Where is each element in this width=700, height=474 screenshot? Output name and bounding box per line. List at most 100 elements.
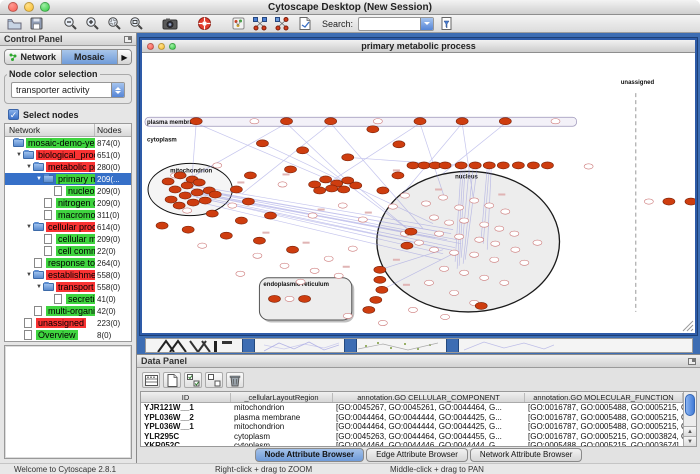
tree-row[interactable]: unassigned223(0) xyxy=(5,317,131,329)
expander-icon[interactable]: ▼ xyxy=(25,164,33,170)
zoom-fit-icon[interactable] xyxy=(126,15,146,32)
tree-row[interactable]: cell communicat22(0) xyxy=(5,245,131,257)
resize-grip-icon[interactable] xyxy=(683,321,693,331)
attribute-table: ID_cellularLayoutRegionannotation.GO CEL… xyxy=(140,391,697,447)
tree-row[interactable]: multi-organism pro42(0) xyxy=(5,305,131,317)
zoom-selected-region-icon[interactable] xyxy=(104,15,124,32)
table-cell: [GO:0045267, GO:0045261, GO:0044464, G..… xyxy=(333,403,525,412)
background-scrollbar[interactable] xyxy=(344,338,357,353)
tab-mosaic[interactable]: Mosaic xyxy=(62,50,119,64)
data-panel-title: Data Panel xyxy=(141,356,187,366)
folder-icon xyxy=(43,283,54,291)
scroll-down-icon[interactable]: ▼ xyxy=(684,436,696,446)
layout-network-1-icon[interactable] xyxy=(250,15,270,32)
tree-row[interactable]: nucleobase-209(0) xyxy=(5,185,131,197)
select-nodes-checkbox[interactable] xyxy=(8,109,19,120)
float-data-panel-icon[interactable] xyxy=(688,358,696,365)
node-color-dropdown[interactable]: transporter activity xyxy=(11,82,125,98)
scrollbar-thumb[interactable] xyxy=(685,394,695,416)
table-cell: plasma membrane xyxy=(231,413,333,422)
background-network-lines-2 xyxy=(464,339,554,352)
tree-row[interactable]: cellular metabol209(0) xyxy=(5,233,131,245)
vizmapper-icon[interactable] xyxy=(228,15,248,32)
window-titlebar[interactable]: Cytoscape Desktop (New Session) xyxy=(0,0,700,15)
network-view-window[interactable]: primary metabolic process unassigned pla… xyxy=(140,38,697,335)
tree-row[interactable]: Overview8(0) xyxy=(5,329,131,341)
background-scrollbar[interactable] xyxy=(242,338,255,353)
expander-icon[interactable]: ▼ xyxy=(35,284,43,290)
background-windows-strip[interactable] xyxy=(145,338,693,353)
tab-network[interactable]: Network xyxy=(5,50,62,64)
tree-row[interactable]: ▼primary metabo209(... xyxy=(5,173,131,185)
scroll-up-icon[interactable]: ▲ xyxy=(684,426,696,436)
tree-row[interactable]: ▼cellular process614(0) xyxy=(5,221,131,233)
delete-attribute-icon[interactable] xyxy=(226,372,244,388)
tab-overflow-button[interactable]: ▶ xyxy=(118,50,131,64)
tab-node-attribute-browser[interactable]: Node Attribute Browser xyxy=(255,448,365,462)
table-row[interactable]: YPL036W__1mitochondrion[GO:0044464, GO:0… xyxy=(141,422,683,432)
new-attribute-icon[interactable] xyxy=(163,372,181,388)
table-column-header[interactable]: _cellularLayoutRegion xyxy=(231,393,333,402)
tree-row[interactable]: macromolecule311(0) xyxy=(5,209,131,221)
select-all-attributes-icon[interactable] xyxy=(184,372,202,388)
table-cell: cytoplasm xyxy=(231,441,333,447)
expander-icon[interactable]: ▼ xyxy=(35,176,43,182)
tree-row[interactable]: ▼transport558(0) xyxy=(5,281,131,293)
network-desktop: primary metabolic process unassigned pla… xyxy=(137,33,700,463)
window-title: Cytoscape Desktop (New Session) xyxy=(0,2,700,13)
background-scrollbar[interactable] xyxy=(446,338,459,353)
table-column-header[interactable]: annotation.GO CELLULAR_COMPONENT xyxy=(333,393,525,402)
search-dropdown-icon[interactable] xyxy=(420,18,433,30)
layout-network-2-icon[interactable] xyxy=(272,15,292,32)
tree-row[interactable]: secretion41(0) xyxy=(5,293,131,305)
table-row[interactable]: YLR295Ccytoplasm[GO:0045263, GO:0044464,… xyxy=(141,432,683,442)
network-view-titlebar[interactable]: primary metabolic process xyxy=(142,40,695,53)
annotation-icon[interactable] xyxy=(294,15,314,32)
zoom-in-icon[interactable] xyxy=(82,15,102,32)
snapshot-icon[interactable] xyxy=(160,15,180,32)
network-tree-header: Network Nodes xyxy=(5,124,131,137)
table-column-header[interactable]: ID xyxy=(141,393,231,402)
expander-icon[interactable]: ▼ xyxy=(25,272,33,278)
unselect-all-attributes-icon[interactable] xyxy=(205,372,223,388)
birdseye-view[interactable] xyxy=(4,345,132,459)
expander-icon[interactable]: ▼ xyxy=(15,152,23,158)
search-input[interactable] xyxy=(358,17,434,31)
tab-network-attribute-browser[interactable]: Network Attribute Browser xyxy=(470,448,582,462)
tree-row-node-count: 41(0) xyxy=(95,295,131,304)
zoom-out-icon[interactable] xyxy=(60,15,80,32)
select-nodes-row[interactable]: Select nodes xyxy=(8,109,128,120)
attribute-table-header[interactable]: ID_cellularLayoutRegionannotation.GO CEL… xyxy=(141,392,683,403)
table-row[interactable]: YPL036W__2plasma membrane[GO:0044464, GO… xyxy=(141,413,683,423)
float-panel-icon[interactable] xyxy=(124,36,132,43)
table-cell: cytoplasm xyxy=(231,432,333,441)
tree-row-label: primary metabo xyxy=(56,174,95,184)
expander-icon[interactable]: ▼ xyxy=(25,224,33,230)
open-session-icon[interactable] xyxy=(4,15,24,32)
table-scrollbar[interactable]: ▲ ▼ xyxy=(683,392,696,446)
tree-row[interactable]: mosaic-demo-yeast874(0) xyxy=(5,137,131,149)
tree-row[interactable]: response to stimulu264(0) xyxy=(5,257,131,269)
save-session-icon[interactable] xyxy=(26,15,46,32)
tab-edge-attribute-browser[interactable]: Edge Attribute Browser xyxy=(366,448,468,462)
tree-row[interactable]: ▼metabolic process280(0) xyxy=(5,161,131,173)
node-color-dropdown-stepper-icon[interactable] xyxy=(111,83,124,97)
tree-row[interactable]: ▼biological_process651(0) xyxy=(5,149,131,161)
network-tab-icon xyxy=(9,53,17,61)
help-icon[interactable] xyxy=(194,15,214,32)
file-icon xyxy=(24,318,32,328)
file-icon xyxy=(34,258,42,268)
table-column-header[interactable]: annotation.GO MOLECULAR_FUNCTION xyxy=(525,393,683,402)
table-cell: [GO:0045263, GO:0044464, GO:0044455, G..… xyxy=(333,432,525,441)
tree-row[interactable]: nitrogen compo209(0) xyxy=(5,197,131,209)
search-options-icon[interactable] xyxy=(436,15,456,32)
table-cell: YLR295C xyxy=(141,432,231,441)
table-row[interactable]: YJR121W__1mitochondrion[GO:0045267, GO:0… xyxy=(141,403,683,413)
tree-row-node-count: 264(0) xyxy=(95,259,131,268)
folder-icon xyxy=(43,175,54,183)
tree-row-node-count: 311(0) xyxy=(95,211,131,220)
network-canvas[interactable]: unassigned plasma membrane cytoplasm mit… xyxy=(142,53,695,333)
tree-row[interactable]: ▼establishment of lo558(0) xyxy=(5,269,131,281)
select-attributes-icon[interactable] xyxy=(142,372,160,388)
table-row[interactable]: YKR052Ccytoplasm[GO:0044464, GO:0044446,… xyxy=(141,441,683,447)
